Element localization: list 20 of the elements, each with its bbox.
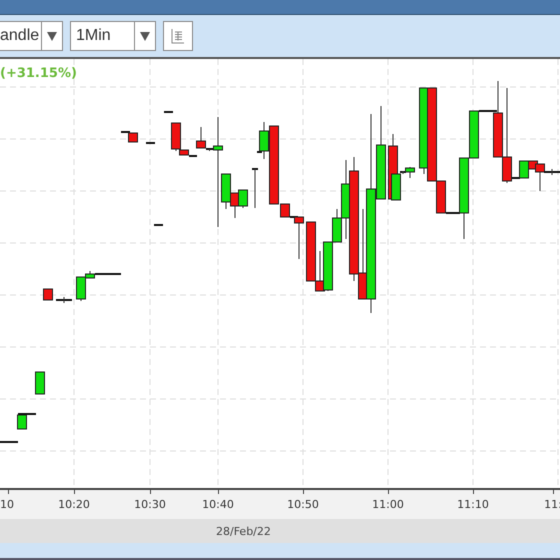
table-icon bbox=[171, 28, 185, 44]
x-axis-label: 10 bbox=[0, 498, 14, 511]
candle bbox=[252, 168, 258, 208]
candle bbox=[238, 190, 248, 208]
candle bbox=[35, 372, 45, 394]
x-axis-label: 10:40 bbox=[202, 498, 234, 511]
x-axis-label: 10:20 bbox=[58, 498, 90, 511]
date-label: 28/Feb/22 bbox=[216, 524, 271, 538]
dropdown-arrow-icon bbox=[140, 31, 150, 41]
table-button[interactable] bbox=[163, 21, 193, 51]
change-percent: (+31.15%) bbox=[0, 66, 77, 81]
x-axis-label: 10:30 bbox=[134, 498, 166, 511]
x-axis-label: 10:50 bbox=[287, 498, 319, 511]
candle bbox=[43, 288, 53, 300]
x-axis-label: 11:00 bbox=[372, 498, 404, 511]
x-axis-label: 11:10 bbox=[457, 498, 489, 511]
interval-dropdown[interactable]: 1Min bbox=[70, 21, 156, 51]
chart-type-dropdown[interactable]: andle bbox=[0, 21, 63, 51]
candle bbox=[56, 296, 72, 304]
dropdown-arrow-icon bbox=[47, 31, 57, 41]
